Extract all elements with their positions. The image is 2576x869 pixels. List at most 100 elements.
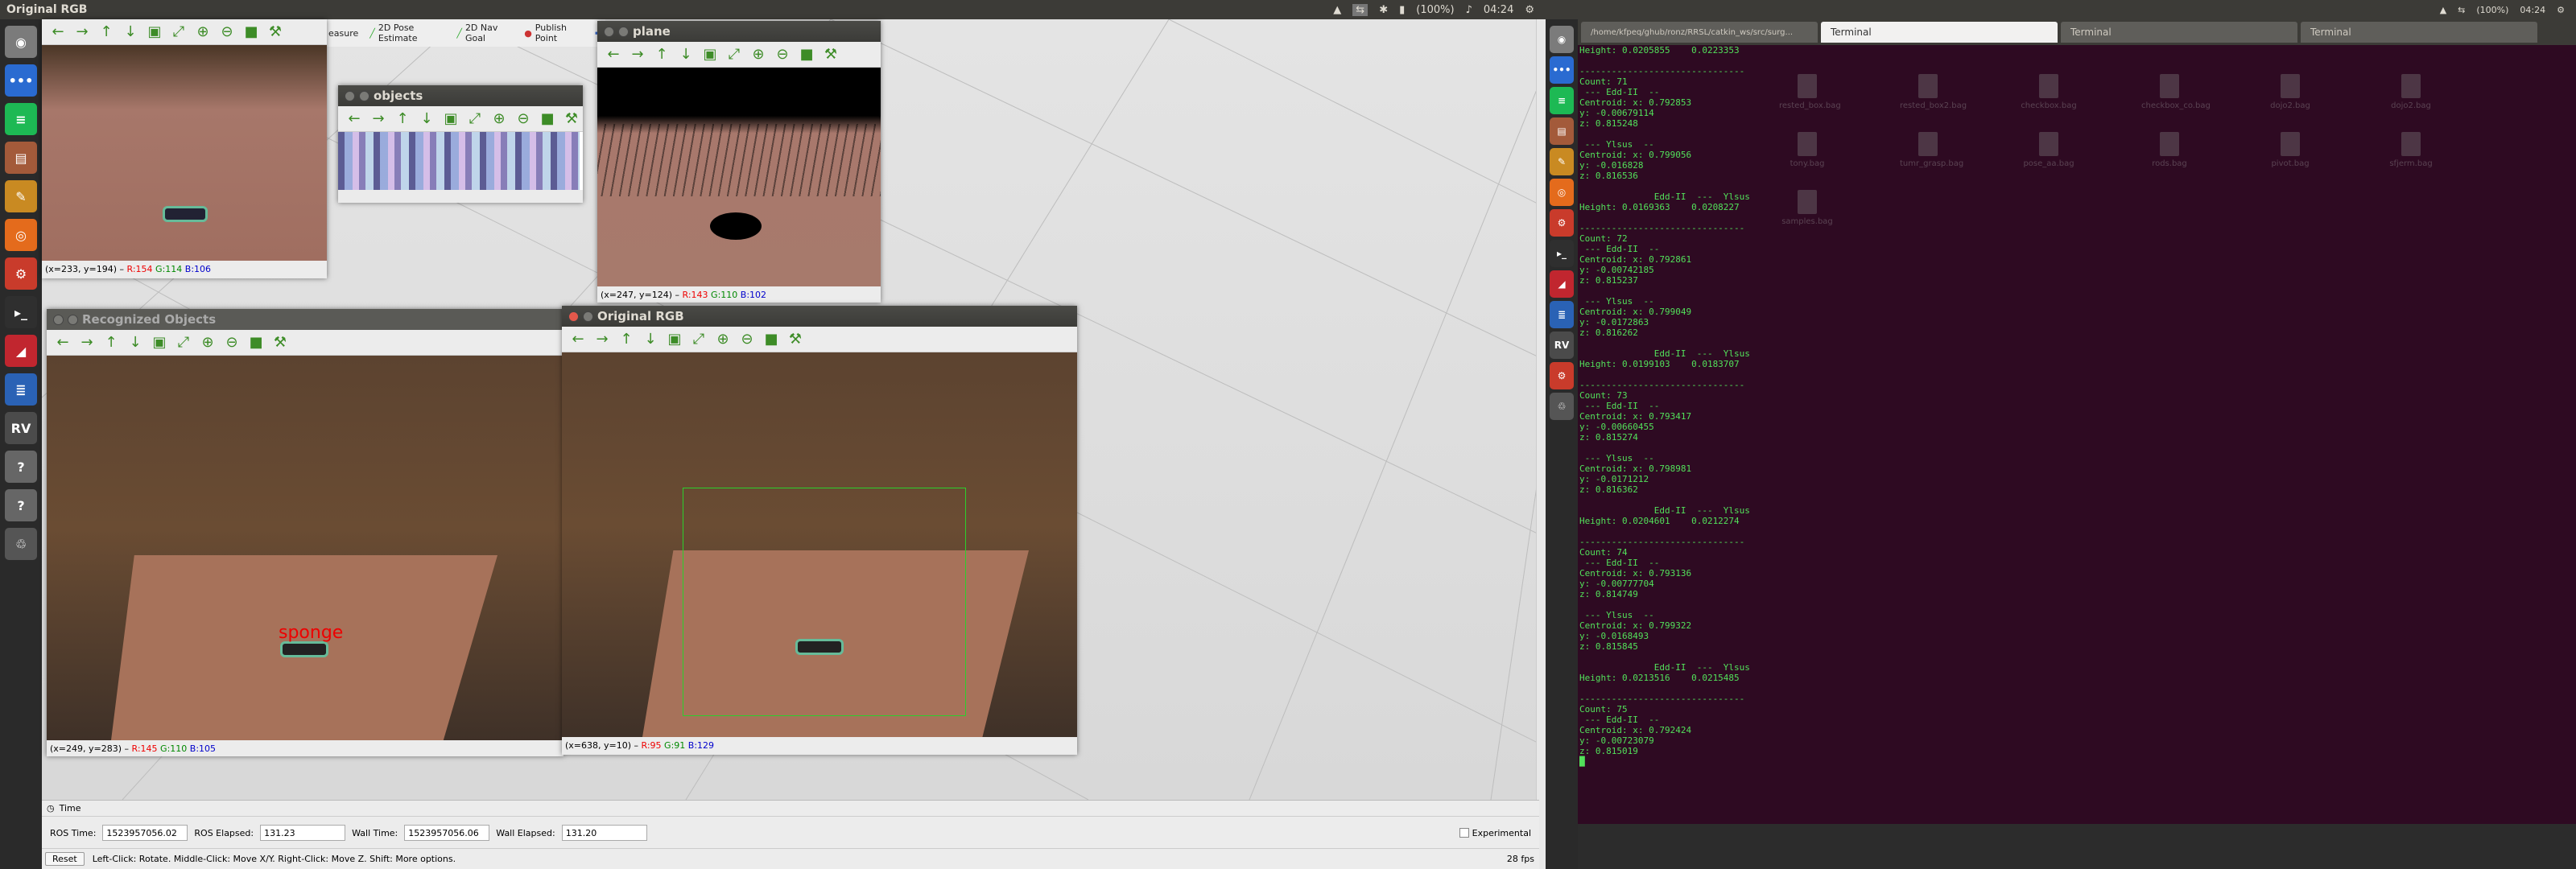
tab-terminal-3[interactable]: Terminal xyxy=(2301,22,2537,43)
spotify-icon[interactable]: ≡ xyxy=(1550,87,1574,114)
zoom-in-icon[interactable]: ⊕ xyxy=(195,23,211,40)
fit-icon[interactable]: ⤢ xyxy=(726,46,742,63)
files-icon[interactable]: ▤ xyxy=(1550,117,1574,145)
down-arrow-icon[interactable]: ↓ xyxy=(678,46,694,63)
close-icon[interactable] xyxy=(345,90,355,101)
up-arrow-icon[interactable]: ↑ xyxy=(394,110,411,127)
terminal-icon[interactable]: ▸_ xyxy=(5,296,37,328)
up-arrow-icon[interactable]: ↑ xyxy=(618,331,634,348)
terminal-body[interactable]: rested_box.bag rested_box2.bag checkbox.ba… xyxy=(1578,45,2576,824)
recognized-image[interactable]: sponge xyxy=(47,356,564,740)
forward-arrow-icon[interactable]: → xyxy=(630,46,646,63)
forward-arrow-icon[interactable]: → xyxy=(79,334,95,351)
measure-tool[interactable]: easure xyxy=(328,28,358,39)
spotify-icon[interactable]: ≡ xyxy=(5,103,37,135)
up-arrow-icon[interactable]: ↑ xyxy=(654,46,670,63)
forward-arrow-icon[interactable]: → xyxy=(594,331,610,348)
reset-button[interactable]: Reset xyxy=(45,852,85,866)
folder-icon[interactable]: ▣ xyxy=(702,46,718,63)
zoom-out-icon[interactable]: ⊖ xyxy=(515,110,531,127)
save-icon[interactable]: ■ xyxy=(248,334,264,351)
minimize-icon[interactable] xyxy=(359,90,369,101)
zoom-out-icon[interactable]: ⊖ xyxy=(739,331,755,348)
wall-time-field[interactable]: 1523957056.06 xyxy=(404,825,490,841)
wifi-icon[interactable]: ▲ xyxy=(1333,4,1341,16)
tab-terminal-2[interactable]: Terminal xyxy=(2061,22,2297,43)
settings-icon[interactable]: ⚒ xyxy=(267,23,283,40)
firefox-icon[interactable]: ◎ xyxy=(1550,179,1574,206)
camera-image[interactable] xyxy=(42,45,327,261)
window-titlebar[interactable]: Original RGB xyxy=(562,306,1077,327)
zoom-in-icon[interactable]: ⊕ xyxy=(491,110,507,127)
help-icon[interactable]: ? xyxy=(5,489,37,521)
up-arrow-icon[interactable]: ↑ xyxy=(103,334,119,351)
splitter-handle[interactable] xyxy=(1536,19,1546,869)
folder-icon[interactable]: ▣ xyxy=(443,110,459,127)
window-titlebar[interactable]: plane xyxy=(597,21,881,42)
nav-goal-tool[interactable]: ╱ 2D Nav Goal xyxy=(456,23,513,43)
files-icon[interactable]: ▤ xyxy=(5,142,37,174)
settings-icon[interactable]: ⚙ xyxy=(5,257,37,290)
settings-icon[interactable]: ⚒ xyxy=(787,331,803,348)
tab-terminal-1[interactable]: Terminal xyxy=(1821,22,2058,43)
down-arrow-icon[interactable]: ↓ xyxy=(127,334,143,351)
rgb-image[interactable] xyxy=(562,352,1077,737)
window-titlebar[interactable]: objects xyxy=(338,85,583,106)
writer-icon[interactable]: ≣ xyxy=(5,373,37,406)
forward-arrow-icon[interactable]: → xyxy=(370,110,386,127)
settings-icon[interactable]: ⚙ xyxy=(1550,362,1574,389)
battery-icon[interactable]: ▮ xyxy=(1399,4,1405,16)
back-arrow-icon[interactable]: ← xyxy=(50,23,66,40)
save-icon[interactable]: ■ xyxy=(539,110,555,127)
experimental-checkbox[interactable] xyxy=(1459,828,1469,838)
language-icon[interactable]: ⇆ xyxy=(2458,5,2465,15)
save-icon[interactable]: ■ xyxy=(243,23,259,40)
gear-icon[interactable]: ⚙ xyxy=(1525,4,1534,16)
objects-image[interactable] xyxy=(338,132,583,190)
dash-icon[interactable]: ◉ xyxy=(1550,26,1574,53)
settings-icon[interactable]: ⚒ xyxy=(272,334,288,351)
minimize-icon[interactable] xyxy=(583,311,593,322)
writer-icon[interactable]: ≣ xyxy=(1550,301,1574,328)
text-editor-icon[interactable]: ✎ xyxy=(5,180,37,212)
dots-icon[interactable]: ••• xyxy=(5,64,37,97)
plane-image[interactable] xyxy=(597,68,881,286)
pose-estimate-tool[interactable]: ╱ 2D Pose Estimate xyxy=(369,23,445,43)
clock[interactable]: 04:24 xyxy=(2520,5,2545,15)
settings-icon[interactable]: ⚒ xyxy=(564,110,580,127)
forward-arrow-icon[interactable]: → xyxy=(74,23,90,40)
up-arrow-icon[interactable]: ↑ xyxy=(98,23,114,40)
fit-icon[interactable]: ⤢ xyxy=(171,23,187,40)
down-arrow-icon[interactable]: ↓ xyxy=(419,110,435,127)
experimental-option[interactable]: Experimental xyxy=(1459,828,1539,838)
draw-icon[interactable]: ◢ xyxy=(5,335,37,367)
gear-icon[interactable]: ⚙ xyxy=(2557,5,2565,15)
zoom-out-icon[interactable]: ⊖ xyxy=(224,334,240,351)
trash-icon[interactable]: ♲ xyxy=(1550,393,1574,420)
ros-time-field[interactable]: 1523957056.02 xyxy=(102,825,188,841)
folder-icon[interactable]: ▣ xyxy=(151,334,167,351)
language-icon[interactable]: ⇆ xyxy=(1352,3,1368,16)
back-arrow-icon[interactable]: ← xyxy=(570,331,586,348)
wifi-icon[interactable]: ▲ xyxy=(2440,5,2446,15)
fit-icon[interactable]: ⤢ xyxy=(467,110,483,127)
fit-icon[interactable]: ⤢ xyxy=(691,331,707,348)
tab-path[interactable]: /home/kfpeq/ghub/ronz/RRSL/catkin_ws/src… xyxy=(1581,22,1818,43)
fit-icon[interactable]: ⤢ xyxy=(175,334,192,351)
rviz-icon[interactable]: RV xyxy=(5,412,37,444)
wall-elapsed-field[interactable]: 131.20 xyxy=(561,825,647,841)
text-editor-icon[interactable]: ✎ xyxy=(1550,148,1574,175)
back-arrow-icon[interactable]: ← xyxy=(346,110,362,127)
zoom-in-icon[interactable]: ⊕ xyxy=(750,46,766,63)
terminal-icon[interactable]: ▸_ xyxy=(1550,240,1574,267)
zoom-out-icon[interactable]: ⊖ xyxy=(774,46,791,63)
dots-icon[interactable]: ••• xyxy=(1550,56,1574,84)
back-arrow-icon[interactable]: ← xyxy=(605,46,621,63)
volume-icon[interactable]: ♪ xyxy=(1466,4,1472,16)
firefox-icon[interactable]: ◎ xyxy=(5,219,37,251)
zoom-in-icon[interactable]: ⊕ xyxy=(200,334,216,351)
zoom-in-icon[interactable]: ⊕ xyxy=(715,331,731,348)
draw-icon[interactable]: ◢ xyxy=(1550,270,1574,298)
folder-icon[interactable]: ▣ xyxy=(147,23,163,40)
help-icon[interactable]: ? xyxy=(5,451,37,483)
